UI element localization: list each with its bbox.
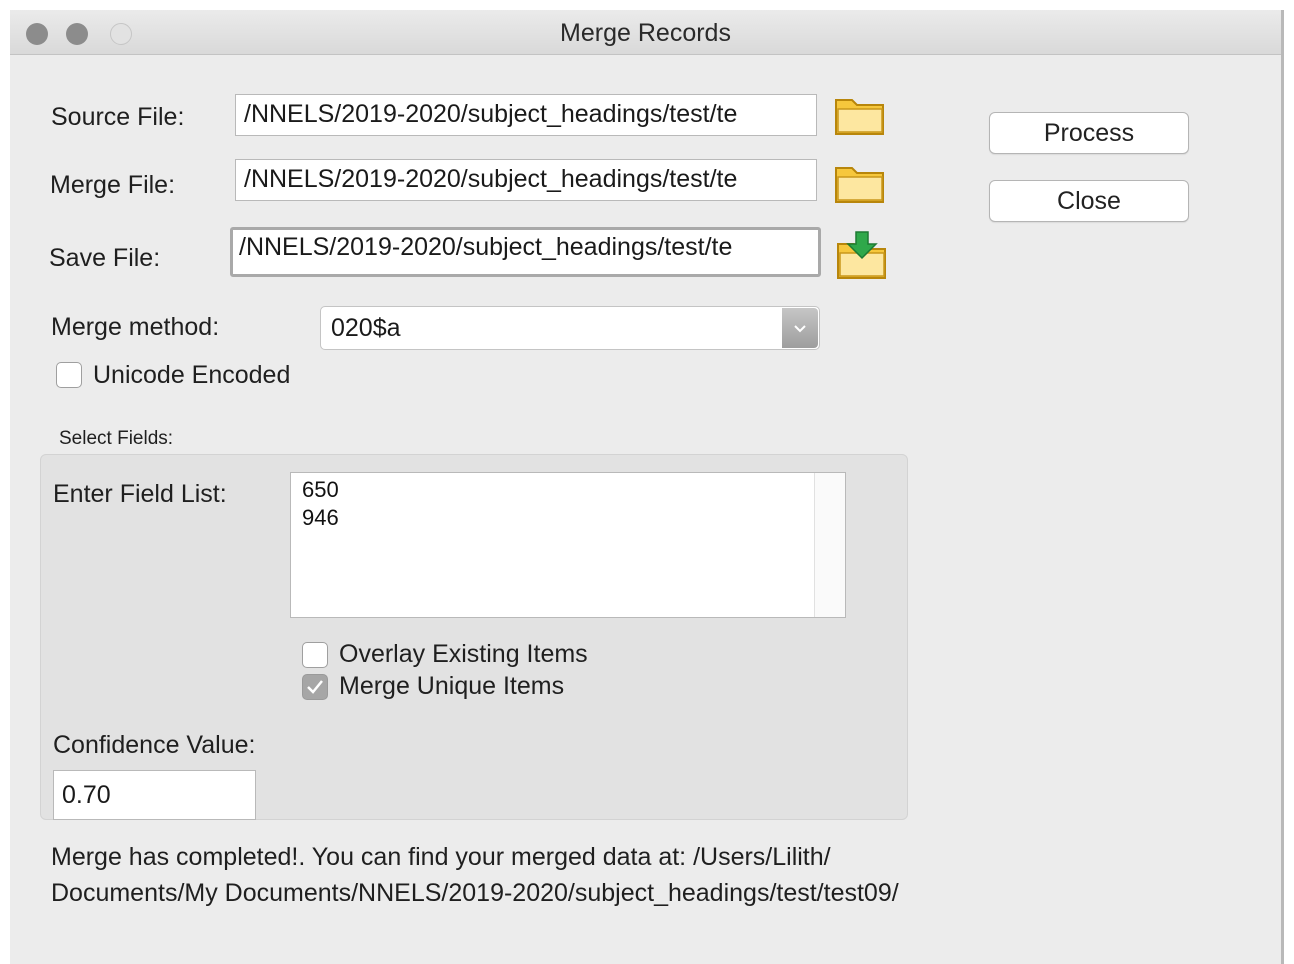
merge-method-label: Merge method: — [51, 313, 220, 341]
close-button[interactable]: Close — [989, 180, 1189, 222]
merge-unique-checkbox[interactable] — [302, 674, 328, 700]
save-file-field[interactable]: /NNELS/2019-2020/subject_headings/test/t… — [230, 227, 821, 277]
merge-file-label: Merge File: — [50, 171, 176, 199]
merge-unique-label: Merge Unique Items — [339, 672, 565, 700]
status-message-line1: Merge has completed!. You can find your … — [51, 843, 831, 871]
window-title: Merge Records — [560, 19, 731, 47]
status-message-line2: Documents/My Documents/NNELS/2019-2020/s… — [51, 879, 899, 907]
overlay-existing-checkbox[interactable] — [302, 642, 328, 668]
source-folder-icon[interactable] — [832, 92, 888, 138]
field-list-label: Enter Field List: — [53, 480, 227, 508]
source-file-field[interactable]: /NNELS/2019-2020/subject_headings/test/t… — [235, 94, 817, 136]
overlay-existing-label: Overlay Existing Items — [339, 640, 588, 668]
save-file-label: Save File: — [49, 244, 161, 272]
field-list-textarea[interactable]: 650 946 — [290, 472, 846, 618]
field-list-line: 650 — [302, 477, 339, 502]
merge-method-value: 020$a — [331, 314, 401, 342]
merge-folder-icon[interactable] — [832, 160, 888, 206]
field-list-line: 946 — [302, 505, 339, 530]
unicode-encoded-checkbox[interactable] — [56, 362, 82, 388]
title-bar: Merge Records — [10, 10, 1281, 55]
chevron-down-icon[interactable] — [782, 308, 818, 348]
select-fields-heading: Select Fields: — [59, 428, 174, 449]
confidence-value-label: Confidence Value: — [53, 731, 256, 759]
merge-records-window: Merge Records Source File: /NNELS/2019-2… — [10, 10, 1284, 964]
confidence-value-input[interactable]: 0.70 — [53, 770, 256, 820]
process-button[interactable]: Process — [989, 112, 1189, 154]
unicode-encoded-label: Unicode Encoded — [93, 361, 291, 389]
merge-method-select[interactable]: 020$a — [320, 306, 820, 350]
merge-file-field[interactable]: /NNELS/2019-2020/subject_headings/test/t… — [235, 159, 817, 201]
save-folder-icon[interactable] — [834, 230, 890, 282]
field-list-scrollbar[interactable] — [814, 473, 845, 617]
source-file-label: Source File: — [51, 103, 185, 131]
checkmark-icon — [307, 680, 323, 694]
